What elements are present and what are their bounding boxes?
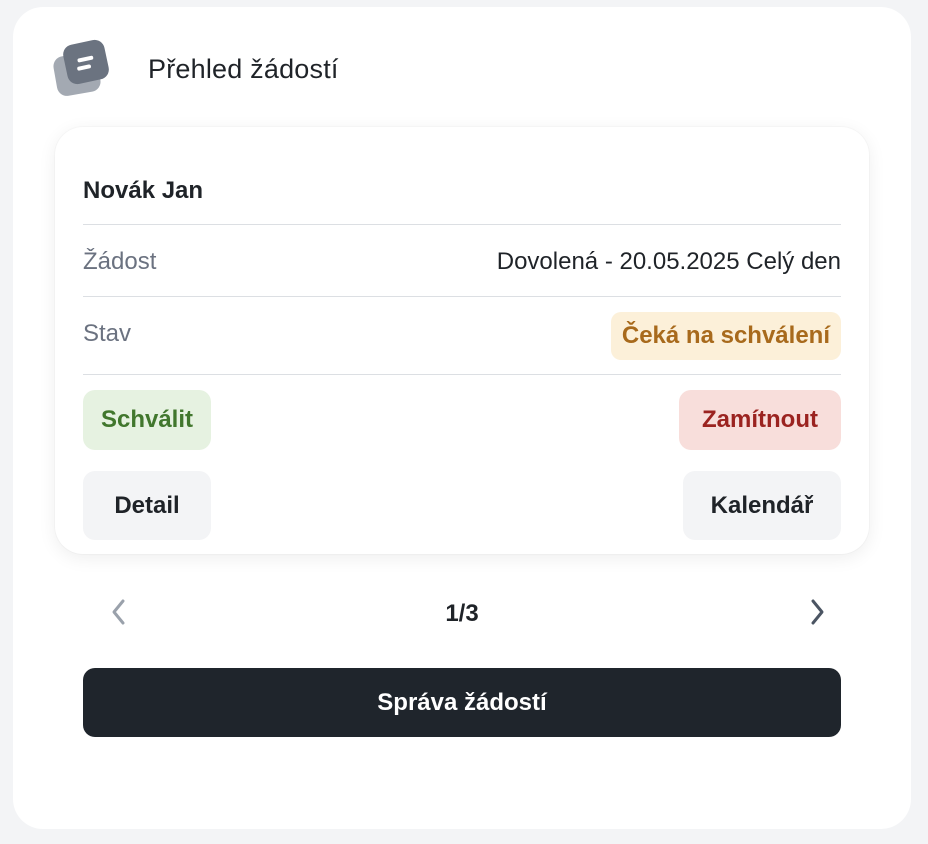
manage-requests-button[interactable]: Správa žádostí	[83, 668, 841, 737]
request-value: Dovolená - 20.05.2025 Celý den	[496, 248, 841, 275]
employee-name: Novák Jan	[83, 177, 204, 204]
detail-button[interactable]: Detail	[83, 471, 211, 540]
divider	[83, 374, 841, 375]
header: Přehled žádostí	[51, 38, 339, 99]
calendar-button[interactable]: Kalendář	[683, 471, 841, 540]
status-label: Stav	[83, 320, 132, 347]
requests-stack-icon	[51, 38, 111, 98]
divider	[83, 224, 841, 225]
requests-overview-card: Přehled žádostí Novák Jan Žádost Dovolen…	[13, 7, 911, 829]
request-label: Žádost	[83, 248, 157, 275]
page-counter: 1/3	[445, 600, 479, 627]
chevron-right-icon[interactable]	[801, 596, 833, 628]
request-card: Novák Jan Žádost Dovolená - 20.05.2025 C…	[55, 127, 869, 554]
divider	[83, 296, 841, 297]
reject-button[interactable]: Zamítnout	[679, 390, 841, 450]
pager: 1/3	[83, 590, 841, 634]
approve-button[interactable]: Schválit	[83, 390, 211, 450]
status-badge: Čeká na schválení	[610, 312, 841, 360]
page-title: Přehled žádostí	[148, 53, 339, 84]
